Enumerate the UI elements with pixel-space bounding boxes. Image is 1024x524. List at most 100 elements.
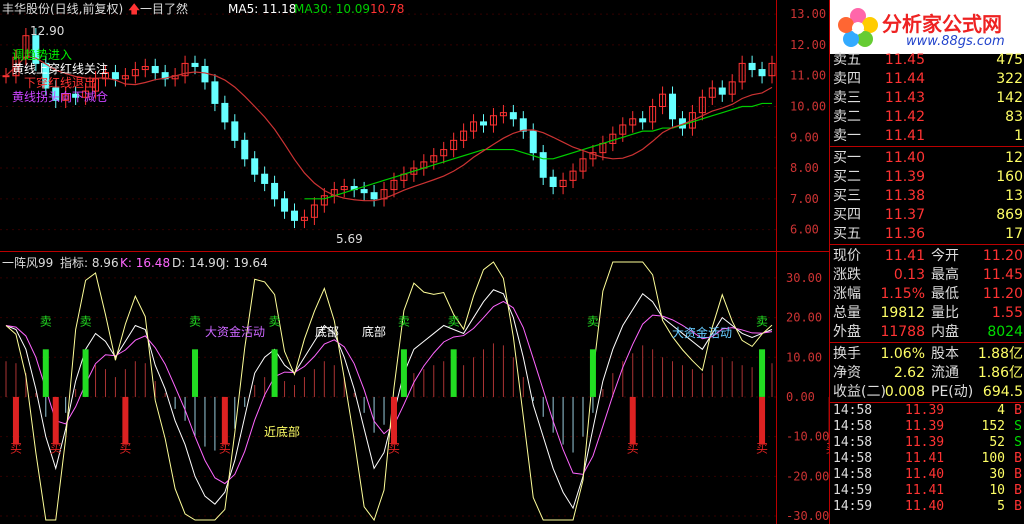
row-label: 买五 <box>833 226 861 242</box>
buy-mark: 买 <box>10 442 22 456</box>
row-label: 收益(二) <box>833 384 886 400</box>
sell-bar <box>192 349 199 397</box>
row-value-2: 869 <box>996 207 1023 223</box>
bottom-label-1: 底部 <box>315 325 340 339</box>
price-tick-label: 9.00 <box>790 130 819 144</box>
buy-bar <box>122 396 129 445</box>
row-label-2: 最高 <box>931 267 959 283</box>
bottom-label-2: 底部 <box>362 325 387 339</box>
candle-body <box>261 173 269 184</box>
candle-body <box>718 87 726 95</box>
price-candles <box>2 28 776 229</box>
row-value: 11.38 <box>884 188 925 204</box>
tick-time: 14:58 <box>833 451 873 466</box>
row-value-2: 11.20 <box>982 248 1023 264</box>
axis-labels: 13.00 12.00 11.00 10.00 9.00 8.00 7.00 6.00 30.0… <box>786 7 829 523</box>
stats-separator <box>830 342 1024 343</box>
row-value-2: 11.45 <box>982 267 1023 283</box>
tick-price: 11.41 <box>905 451 945 466</box>
buy-mark: 买 <box>219 442 231 456</box>
tick-direction: S <box>1014 419 1022 434</box>
trade-tick-row: 14:58 11.41 100 B <box>830 452 1024 466</box>
trade-tick-row: 14:59 11.41 10 B <box>830 484 1024 498</box>
bid-row: 买五 11.36 17 <box>830 224 1024 244</box>
ask-row: 卖二 11.42 83 <box>830 107 1024 127</box>
row-value-2: 12 <box>1005 150 1023 166</box>
buy-mark: 买 <box>50 442 62 456</box>
candle-body <box>271 182 279 200</box>
k-line <box>5 289 773 510</box>
row-value: 11.39 <box>884 169 925 185</box>
indicator-value: 指标: 8.96 <box>60 256 119 270</box>
price-tick-label: 6.00 <box>790 223 819 237</box>
candle-body <box>539 152 547 178</box>
row-label-2: 流通 <box>931 365 959 381</box>
legend-line-3: 下穿红线退出 <box>24 76 97 90</box>
sell-mark: 卖 <box>587 315 599 329</box>
sell-bar <box>450 349 457 397</box>
candle-body <box>509 112 517 120</box>
tick-direction: B <box>1014 403 1022 418</box>
candle-body <box>221 102 229 123</box>
tick-time: 14:58 <box>833 419 873 434</box>
tick-direction: B <box>1014 467 1022 482</box>
sell-mark: 卖 <box>269 315 281 329</box>
row-value: 11788 <box>880 324 925 340</box>
method-label: 一目了然 <box>140 2 189 16</box>
trade-tick-row: 14:58 11.39 4 B <box>830 404 1024 418</box>
price-tick-label: 7.00 <box>790 192 819 206</box>
row-label-2: PE(动) <box>931 384 974 400</box>
tick-price: 11.40 <box>905 499 945 514</box>
buy-mark: 买 <box>627 442 639 456</box>
tick-direction: B <box>1014 451 1022 466</box>
ask-bid-separator <box>830 146 1024 147</box>
candle-body <box>519 118 527 132</box>
row-value: 11.45 <box>884 52 925 68</box>
row-value-2: 694.5 <box>982 384 1023 400</box>
row-label-2: 量比 <box>931 305 959 321</box>
price-tick-label: 8.00 <box>790 161 819 175</box>
ask-row: 卖三 11.43 142 <box>830 88 1024 108</box>
row-label: 卖二 <box>833 109 861 125</box>
buy-bar <box>52 396 59 445</box>
stat-row-2: 净资 2.62 流通 1.86亿 <box>830 363 1024 383</box>
ma-extra-label: 10.78 <box>370 2 405 16</box>
logo-name: 分析家公式网 <box>882 12 1002 36</box>
sell-bar <box>400 349 407 397</box>
stat-row: 现价 11.41 今开 11.20 <box>830 246 1024 266</box>
row-value-2: 1 <box>1014 128 1023 144</box>
tick-price: 11.39 <box>905 435 945 450</box>
row-value-2: 1.86亿 <box>977 365 1023 381</box>
row-label: 总量 <box>833 305 861 321</box>
price-tick-label: 10.00 <box>790 99 826 113</box>
axis-divider <box>776 0 777 524</box>
row-label: 换手 <box>833 346 861 362</box>
tick-time: 14:58 <box>833 403 873 418</box>
candle-body <box>2 75 10 78</box>
tick-direction: B <box>1014 483 1022 498</box>
candle-body <box>201 65 209 83</box>
sell-bar <box>589 349 596 397</box>
d-label: D: 14.90 <box>172 256 224 270</box>
buy-bar <box>221 396 228 445</box>
row-value-2: 1.88亿 <box>977 346 1023 362</box>
tick-volume: 100 <box>981 451 1005 466</box>
row-label: 卖五 <box>833 52 861 68</box>
buy-mark: 买 <box>119 442 131 456</box>
indicator-tick-label: 30.00 <box>786 271 822 285</box>
row-value: 2.62 <box>893 365 925 381</box>
row-value-2: 8024 <box>987 324 1023 340</box>
trade-tick-row: 14:58 11.39 52 S <box>830 436 1024 450</box>
trade-tick-row: 14:58 11.39 152 S <box>830 420 1024 434</box>
row-label: 现价 <box>833 248 861 264</box>
tick-volume: 52 <box>989 435 1005 450</box>
row-label: 外盘 <box>833 324 861 340</box>
tick-price: 11.39 <box>905 419 945 434</box>
near-bottom-label: 近底部 <box>264 425 301 439</box>
tick-volume: 4 <box>997 403 1005 418</box>
stat-row: 总量 19812 量比 1.55 <box>830 303 1024 323</box>
row-value-2: 83 <box>1005 109 1023 125</box>
row-label: 买三 <box>833 188 861 204</box>
candle-body <box>370 192 378 200</box>
logo: 分析家公式网 www.88gs.com <box>830 0 1024 54</box>
